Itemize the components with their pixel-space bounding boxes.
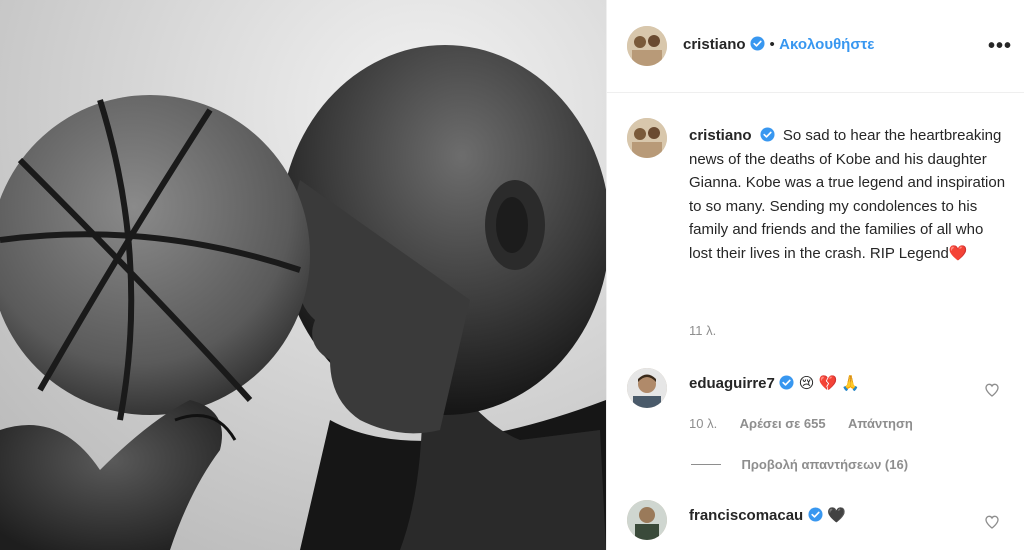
post-details-panel: cristiano • Ακολουθήστε ••• cristiano So…	[606, 0, 1024, 550]
commenter-avatar[interactable]	[627, 500, 667, 540]
author-avatar[interactable]	[627, 26, 667, 66]
caption-author-avatar[interactable]	[627, 118, 667, 158]
avatar-image	[627, 26, 667, 66]
avatar-image	[627, 500, 667, 540]
red-heart-emoji: ❤️	[948, 244, 968, 262]
commenter-avatar[interactable]	[627, 368, 667, 408]
comment-author-username[interactable]: franciscomacau	[689, 507, 803, 524]
divider-line	[691, 464, 721, 466]
post-photo[interactable]	[0, 0, 606, 550]
view-replies-label: Προβολή απαντήσεων (16)	[741, 457, 909, 472]
comment-likes-count[interactable]: Αρέσει σε 655	[740, 416, 826, 431]
heart-outline-icon[interactable]	[984, 514, 1000, 530]
verified-badge-icon	[779, 375, 794, 390]
comment-text: 😢 💔 🙏	[798, 375, 861, 392]
heart-outline-icon[interactable]	[984, 382, 1000, 398]
avatar-image	[627, 368, 667, 408]
reply-button[interactable]: Απάντηση	[848, 416, 913, 431]
follow-button[interactable]: Ακολουθήστε	[779, 36, 874, 53]
comment-timestamp[interactable]: 10 λ.	[689, 416, 717, 431]
basketball-portrait-image	[0, 0, 606, 550]
post-header: cristiano • Ακολουθήστε •••	[607, 0, 1024, 93]
avatar-image	[627, 118, 667, 158]
caption-body: So sad to hear the heartbreaking news of…	[689, 127, 1006, 262]
caption-author-username[interactable]: cristiano	[689, 127, 752, 144]
follow-separator: •	[769, 36, 775, 53]
more-options-icon[interactable]: •••	[988, 36, 1012, 56]
author-username[interactable]: cristiano	[683, 36, 746, 53]
comment-author-username[interactable]: eduaguirre7	[689, 375, 775, 392]
caption-text: cristiano So sad to hear the heartbreaki…	[689, 124, 1009, 265]
verified-badge-icon	[750, 36, 765, 51]
comment-text: 🖤	[827, 507, 846, 524]
comment-item: franciscomacau 🖤	[627, 500, 1017, 550]
caption-timestamp[interactable]: 11 λ.	[689, 323, 716, 338]
verified-badge-icon	[760, 127, 775, 142]
verified-badge-icon	[808, 507, 823, 522]
view-replies-button[interactable]: Προβολή απαντήσεων (16)	[691, 456, 908, 474]
comment-item: eduaguirre7 😢 💔 🙏 10 λ. Αρέσει σε 655 Απ…	[627, 368, 1017, 458]
